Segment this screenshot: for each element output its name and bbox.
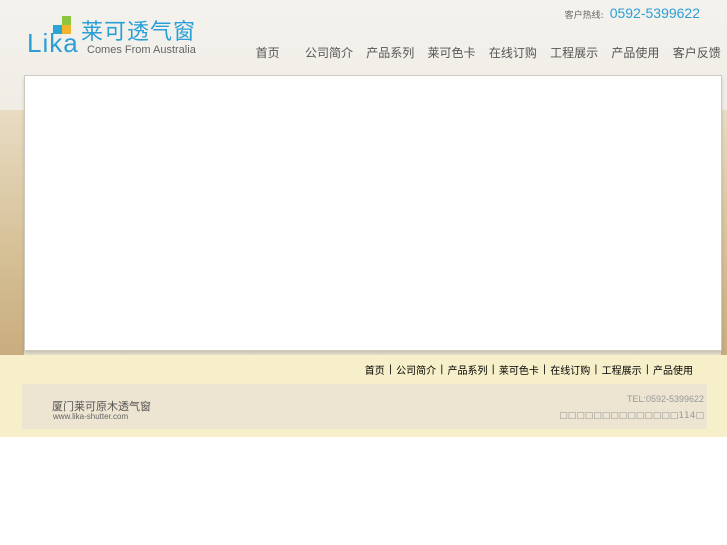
nav-item-home[interactable]: 首页 [237, 44, 298, 61]
site-logo[interactable]: Lika 莱可透气窗 Comes From Australia [27, 14, 202, 62]
main-nav: 首页 公司简介 产品系列 莱可色卡 在线订购 工程展示 产品使用 客户反馈 [237, 44, 727, 61]
nav-item-color-card[interactable]: 莱可色卡 [421, 44, 482, 61]
hotline: 客户热线: 0592-5399622 [565, 5, 700, 21]
footer-links: 首页 | 公司简介 | 产品系列 | 莱可色卡 | 在线订购 | 工程展示 | … [365, 362, 693, 377]
footer-link-projects[interactable]: 工程展示 [602, 362, 642, 377]
footer-address: □□□□□□□□□□□□□□114□ [559, 411, 704, 421]
footer-info-box: 厦门莱可原木透气窗 www.lika-shutter.com TEL:0592-… [22, 384, 707, 429]
footer-link-about[interactable]: 公司简介 [396, 362, 436, 377]
footer-separator: | [542, 364, 547, 375]
logo-tagline: Comes From Australia [87, 44, 196, 56]
footer-separator: | [594, 364, 598, 375]
footer-separator: | [388, 364, 393, 375]
nav-item-about[interactable]: 公司简介 [298, 44, 359, 61]
footer-link-home[interactable]: 首页 [365, 362, 385, 377]
logo-wordmark: Lika [27, 28, 79, 58]
footer-separator: | [645, 364, 649, 375]
nav-item-projects[interactable]: 工程展示 [543, 44, 604, 61]
decorative-strip-left [0, 110, 24, 355]
nav-item-feedback[interactable]: 客户反馈 [666, 44, 727, 61]
footer-link-usage[interactable]: 产品使用 [653, 362, 693, 377]
hotline-label: 客户热线: [564, 11, 604, 21]
nav-item-usage[interactable]: 产品使用 [605, 44, 666, 61]
footer-website-url[interactable]: www.lika-shutter.com [53, 412, 128, 421]
banner-area [24, 75, 722, 351]
footer-separator: | [491, 364, 495, 375]
footer-separator: | [440, 364, 444, 375]
footer-link-products[interactable]: 产品系列 [448, 362, 488, 377]
nav-item-order[interactable]: 在线订购 [482, 44, 543, 61]
footer-telephone: TEL:0592-5399622 [626, 394, 704, 404]
footer-link-order[interactable]: 在线订购 [550, 362, 590, 377]
footer-link-color-card[interactable]: 莱可色卡 [499, 362, 539, 377]
hotline-number: 0592-5399622 [609, 5, 700, 21]
logo-chinese-name: 莱可透气窗 [81, 20, 197, 45]
nav-item-products[interactable]: 产品系列 [360, 44, 421, 61]
